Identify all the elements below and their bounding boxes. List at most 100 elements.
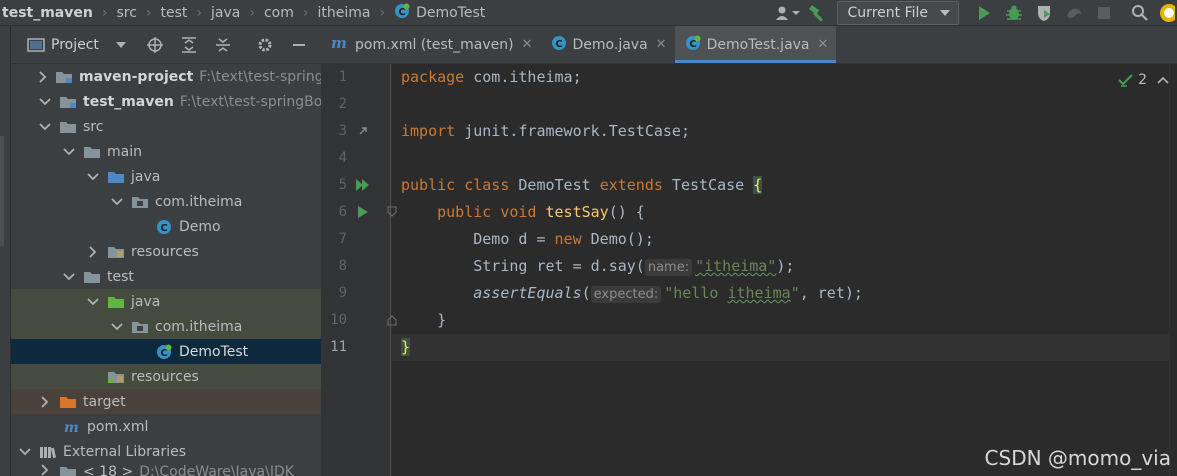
java-class-icon: C <box>551 35 567 55</box>
tree-item-jdk[interactable]: < 18 > D:\CodeWare\Java\JDK <box>11 464 321 476</box>
chevron-down-icon[interactable] <box>39 96 51 108</box>
chevron-down-icon[interactable] <box>63 271 75 283</box>
breadcrumb-item-com[interactable]: com <box>264 5 294 21</box>
collapse-all-button[interactable] <box>215 37 231 53</box>
select-opened-file-button[interactable] <box>146 36 163 53</box>
line-number: 4 <box>338 150 347 166</box>
svg-text:C: C <box>555 39 562 50</box>
code-line[interactable]: import junit.framework.TestCase; <box>392 118 1177 145</box>
breadcrumb-separator: › <box>145 4 152 21</box>
chevron-down-icon[interactable] <box>111 321 123 333</box>
expand-all-button[interactable] <box>181 36 197 53</box>
maven-file-icon: m <box>331 34 349 54</box>
tree-item-demotest-class[interactable]: C DemoTest <box>11 339 321 364</box>
tree-item-demo-class[interactable]: C Demo <box>11 214 321 239</box>
editor-area: m pom.xml (test_maven) ✕ C Demo.java ✕ C… <box>321 26 1177 476</box>
search-everywhere-button[interactable] <box>1125 0 1155 26</box>
profiler-button[interactable] <box>1059 0 1089 26</box>
tree-item-main-resources[interactable]: resources <box>11 239 321 264</box>
chevron-right-icon[interactable] <box>87 245 99 258</box>
stop-button[interactable] <box>1089 0 1119 26</box>
project-panel-header: Project <box>11 26 321 64</box>
project-tool-window-tab[interactable] <box>0 136 4 246</box>
code-line[interactable]: public void testSay() { <box>392 199 1177 226</box>
editor-gutter[interactable]: 1 2 3 4 5 6 7 8 9 10 11 <box>321 64 397 476</box>
line-number: 8 <box>338 258 347 274</box>
options-button[interactable] <box>257 37 273 53</box>
test-resources-folder-icon <box>107 369 125 385</box>
chevron-down-icon[interactable] <box>87 171 99 183</box>
tree-item-test-package[interactable]: com.itheima <box>11 314 321 339</box>
tree-item-test-resources[interactable]: resources <box>11 364 321 389</box>
code-line[interactable]: } <box>392 307 1177 334</box>
tree-item-main-package[interactable]: com.itheima <box>11 189 321 214</box>
library-icon <box>39 444 57 460</box>
breadcrumb-item-project[interactable]: test_maven <box>0 5 93 21</box>
breadcrumb-item-test[interactable]: test <box>161 5 188 21</box>
chevron-up-icon[interactable] <box>1157 76 1169 84</box>
breadcrumb-item-itheima[interactable]: itheima <box>317 5 370 21</box>
tree-item-target[interactable]: target <box>11 389 321 414</box>
debug-button[interactable] <box>999 0 1029 26</box>
tab-pom-xml[interactable]: m pom.xml (test_maven) ✕ <box>321 26 541 63</box>
line-number: 1 <box>338 69 347 85</box>
parameter-hint: name: <box>644 259 693 276</box>
chevron-down-icon[interactable] <box>87 296 99 308</box>
tab-demotest-java[interactable]: C DemoTest.java ✕ <box>674 26 837 63</box>
inspection-widget[interactable]: 2 <box>1118 72 1169 88</box>
tree-item-maven-project[interactable]: maven-project F:\text\test-springBoot\ma… <box>11 64 321 89</box>
package-icon <box>131 319 149 335</box>
breadcrumb: test_maven › src › test › java › com › i… <box>0 0 485 26</box>
maven-file-icon: m <box>63 419 81 435</box>
chevron-down-icon[interactable] <box>111 196 123 208</box>
code-line[interactable] <box>392 91 1177 118</box>
tab-demo-java[interactable]: C Demo.java ✕ <box>541 26 675 63</box>
chevron-right-icon[interactable] <box>39 395 51 408</box>
chevron-right-icon[interactable] <box>39 70 47 83</box>
tree-item-pom-xml[interactable]: m pom.xml <box>11 414 321 439</box>
chevron-right-icon[interactable] <box>39 464 51 476</box>
hide-panel-button[interactable] <box>291 37 307 53</box>
import-fold-icon[interactable] <box>355 123 371 139</box>
code-line[interactable]: package com.itheima; <box>392 64 1177 91</box>
close-icon[interactable]: ✕ <box>522 37 533 52</box>
run-button[interactable] <box>969 0 999 26</box>
tree-item-test-maven[interactable]: test_maven F:\text\test-springBoot\test_… <box>11 89 321 114</box>
close-icon[interactable]: ✕ <box>818 37 829 52</box>
run-configuration-select[interactable]: Current File <box>836 1 959 25</box>
minimize-icon <box>292 43 305 46</box>
line-number: 3 <box>338 123 347 139</box>
project-panel-title: Project <box>51 36 99 53</box>
user-menu-button[interactable] <box>773 0 803 26</box>
code-line[interactable]: String ret = d.say(name: "itheima"); <box>392 253 1177 280</box>
run-class-gutter-icon[interactable] <box>355 177 371 193</box>
chevron-down-icon[interactable] <box>19 446 31 458</box>
ide-update-button[interactable] <box>1155 0 1177 26</box>
code-line-current[interactable]: } <box>392 334 1177 361</box>
editor-scrollbar[interactable] <box>1169 64 1177 476</box>
tree-item-external-libraries[interactable]: External Libraries <box>11 439 321 464</box>
tree-item-main[interactable]: main <box>11 139 321 164</box>
build-button[interactable] <box>803 0 833 26</box>
close-icon[interactable]: ✕ <box>656 37 667 52</box>
code-line[interactable] <box>392 145 1177 172</box>
breadcrumb-item-src[interactable]: src <box>116 5 136 21</box>
code-line[interactable]: Demo d = new Demo(); <box>392 226 1177 253</box>
chevron-down-icon[interactable] <box>63 146 75 158</box>
breadcrumb-item-demotest[interactable]: C DemoTest <box>394 3 485 23</box>
code-line[interactable]: public class DemoTest extends TestCase { <box>392 172 1177 199</box>
code-line[interactable]: assertEquals(expected: "hello itheima", r… <box>392 280 1177 307</box>
tree-item-test[interactable]: test <box>11 264 321 289</box>
code-editor[interactable]: package com.itheima; import junit.framew… <box>392 64 1177 476</box>
breadcrumb-item-java[interactable]: java <box>211 5 240 21</box>
tree-item-src[interactable]: src <box>11 114 321 139</box>
left-tool-stripe <box>0 26 11 476</box>
chevron-down-icon[interactable] <box>39 121 51 133</box>
run-with-coverage-button[interactable] <box>1029 0 1059 26</box>
tree-item-test-java[interactable]: java <box>11 289 321 314</box>
svg-text:m: m <box>64 420 79 434</box>
gear-icon <box>258 38 272 51</box>
run-test-gutter-icon[interactable] <box>355 204 371 220</box>
tree-item-main-java[interactable]: java <box>11 164 321 189</box>
view-mode-dropdown[interactable] <box>113 37 129 53</box>
